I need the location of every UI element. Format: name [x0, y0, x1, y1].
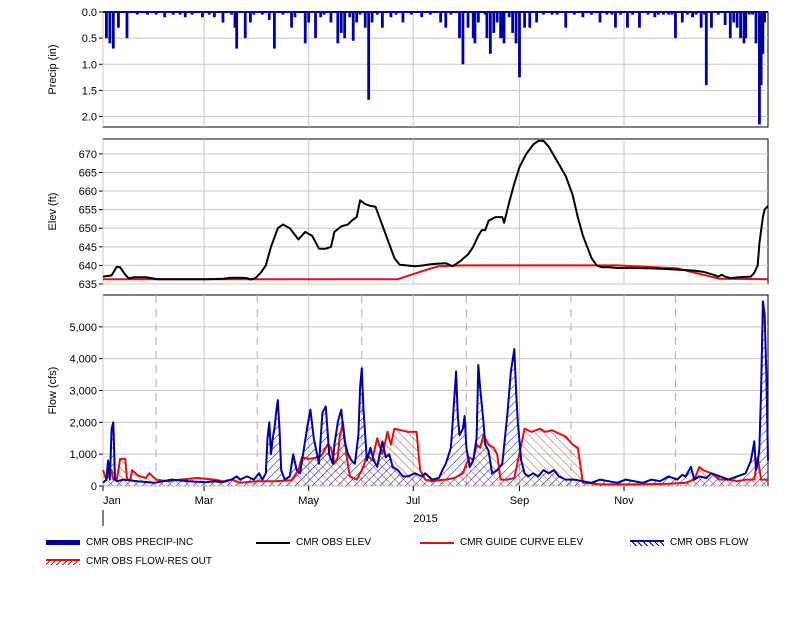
precip-bar [367, 12, 371, 100]
x-tick-label: Jan [103, 495, 121, 507]
y-tick-label: 0.0 [82, 7, 97, 19]
y-tick-label: 640 [79, 260, 97, 272]
precip-bar [329, 12, 333, 23]
precip-bar [485, 12, 489, 39]
precip-bar [303, 12, 307, 44]
precip-bar [626, 12, 629, 28]
precip-bar [351, 12, 355, 41]
precip-bar [723, 12, 727, 26]
chart-canvas: 0.0 0.5 1.0 1.5 2.0 Precip (in) 635 640 645 650 65… [47, 7, 769, 526]
precip-bar [528, 12, 532, 28]
precip-bar [401, 12, 405, 23]
y-tick-label: 645 [79, 242, 97, 254]
precip-bar [710, 12, 713, 28]
y-tick-label: 3,000 [69, 386, 97, 398]
precip-bar [488, 12, 492, 54]
panel-frame-0 [102, 11, 769, 128]
precip-bar [699, 12, 703, 28]
precip-bar [290, 12, 293, 28]
precip-bar [458, 12, 461, 39]
precip-bar [339, 12, 343, 33]
x-tick-label: Mar [195, 495, 214, 507]
precip-bar [444, 12, 448, 28]
y-tick-label: 650 [79, 223, 97, 235]
precip-bar [461, 12, 465, 65]
precip-bar [473, 12, 477, 44]
precip-bar [343, 12, 347, 39]
precip-bar [732, 12, 736, 23]
precip-bar [370, 12, 374, 23]
precip-bar [728, 12, 732, 39]
precip-bar [117, 12, 120, 28]
y-tick-label: 1.5 [82, 85, 97, 97]
precip-bar [380, 12, 384, 28]
y-tick-label: 1.0 [82, 59, 97, 71]
y-axis-label: Precip (in) [47, 44, 59, 94]
y-tick-label: 4,000 [69, 354, 97, 366]
precip-bar [518, 12, 521, 78]
precip-bar [511, 12, 515, 33]
precip-bar [439, 12, 443, 23]
precip-bar [314, 12, 317, 39]
x-tick-label: Nov [614, 495, 634, 507]
precip-bar [514, 12, 518, 44]
y-tick-label: 2.0 [82, 112, 97, 124]
precip-bar [235, 12, 239, 49]
precip-bar [763, 12, 766, 23]
precip-bar [598, 12, 602, 23]
precip-bar [614, 12, 617, 28]
precip-bar [355, 12, 359, 23]
precip-bar [307, 12, 311, 23]
precip-bar [492, 12, 496, 33]
y-tick-label: 665 [79, 167, 97, 179]
x-tick-label: May [298, 495, 319, 507]
precip-bar [564, 12, 568, 28]
precip-bar [267, 12, 271, 20]
y-tick-label: 0.5 [82, 33, 97, 45]
precip-bar [744, 12, 748, 39]
hydrograph-chart: 0.0 0.5 1.0 1.5 2.0 Precip (in) 635 640 645 650 65… [0, 0, 800, 627]
precip-bar [243, 12, 247, 39]
y-tick-label: 660 [79, 186, 97, 198]
precip-bar [111, 12, 115, 49]
y-tick-label: 2,000 [69, 417, 97, 429]
precip-bar [523, 12, 527, 28]
precip-bar [248, 12, 252, 23]
precip-bar [502, 12, 506, 44]
precip-bar [336, 12, 340, 44]
y-tick-label: 0 [91, 481, 97, 493]
y-axis-label: Flow (cfs) [47, 367, 59, 415]
precip-bar [674, 12, 677, 39]
precip-bar [125, 12, 129, 39]
precip-bar [739, 12, 742, 39]
precip-bar [466, 12, 470, 28]
y-tick-label: 655 [79, 205, 97, 217]
y-tick-label: 635 [79, 279, 97, 291]
precip-bar [105, 12, 108, 39]
panel-frame-1 [102, 138, 769, 285]
y-tick-label: 1,000 [69, 449, 97, 461]
precip-bar [221, 12, 225, 23]
y-axis-label: Elev (ft) [47, 193, 59, 231]
y-tick-label: 5,000 [69, 322, 97, 334]
precip-bar [495, 12, 499, 23]
x-tick-label: Sep [510, 495, 530, 507]
precip-bar [735, 12, 739, 28]
x-axis-year-label: 2015 [413, 513, 437, 525]
precip-bar [638, 12, 641, 28]
x-tick-label: Jul [406, 495, 420, 507]
precip-bar [272, 12, 276, 49]
precip-bar [535, 12, 539, 23]
precip-bar [680, 12, 684, 23]
precip-bar [476, 12, 480, 23]
y-tick-label: 670 [79, 149, 97, 161]
precip-bar [108, 12, 112, 44]
precip-bar [754, 12, 758, 44]
precip-bar [363, 12, 367, 28]
precip-bar [704, 12, 708, 86]
